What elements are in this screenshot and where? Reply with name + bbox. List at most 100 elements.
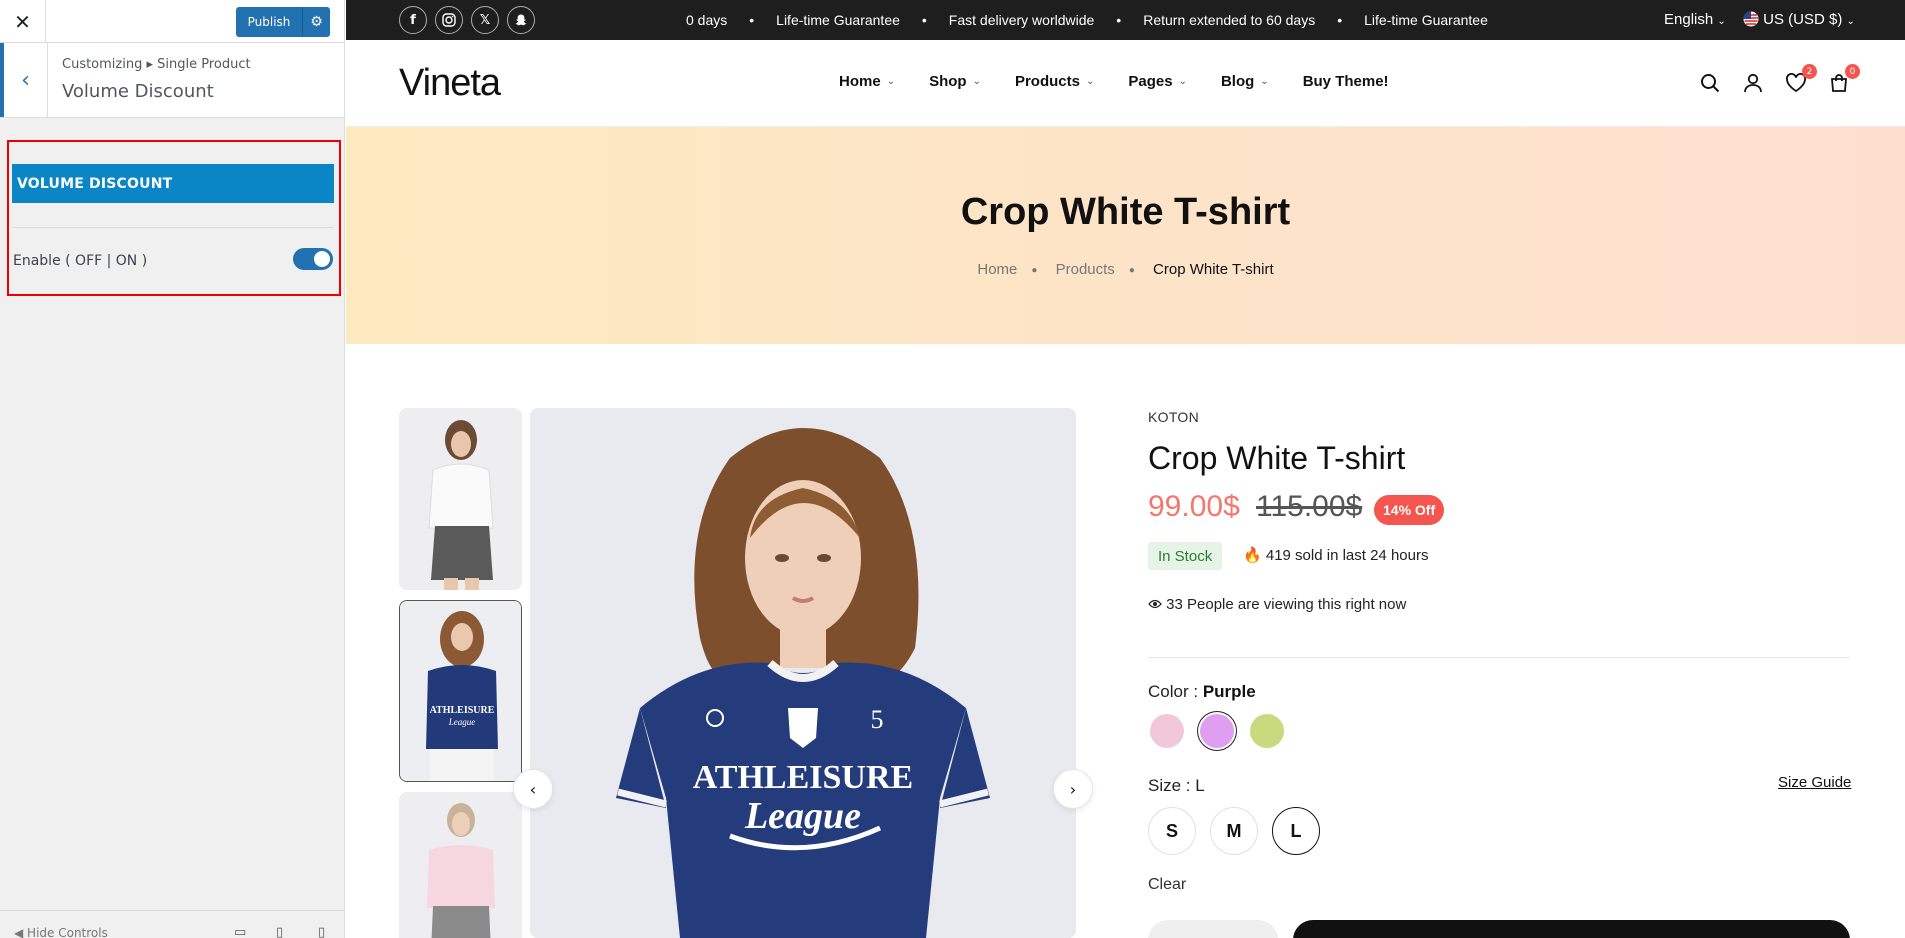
quantity-stepper[interactable] [1148,920,1278,938]
nav-item-pages[interactable]: Pages ⌄ [1128,73,1187,90]
volume-discount-panel: VOLUME DISCOUNT Enable ( OFF | ON ) [7,140,341,296]
publish-label[interactable]: Publish [236,15,302,29]
account-icon[interactable] [1740,70,1766,96]
language-label: English [1664,11,1714,28]
viewers-count: 33 People are viewing this right now [1148,596,1406,613]
snapchat-icon[interactable] [507,6,535,34]
chevron-down-icon: ⌄ [1846,16,1855,27]
site-logo[interactable]: Vineta [399,62,501,105]
nav-item-buy-theme[interactable]: Buy Theme! [1303,73,1389,90]
chevron-down-icon: ⌄ [1717,16,1726,27]
nav-item-home[interactable]: Home ⌄ [839,73,895,90]
product-thumbnail-image: ATHLEISURE League [400,601,521,781]
breadcrumb-current: Crop White T-shirt [1153,261,1274,278]
customizer-section-header: ‹ Customizing ▸ Single Product Volume Di… [0,43,344,118]
cart-count-badge: 0 [1845,64,1860,79]
volume-discount-heading: VOLUME DISCOUNT [12,164,334,203]
color-swatch-pink[interactable] [1150,714,1184,748]
hide-controls-label: Hide Controls [27,926,108,938]
breadcrumb-home[interactable]: Home [977,261,1017,278]
stock-badge: In Stock [1148,542,1223,570]
size-guide-link[interactable]: Size Guide [1778,774,1851,791]
customizer-title: Volume Discount [62,81,214,102]
nav-item-blog[interactable]: Blog ⌄ [1221,73,1269,90]
chevron-down-icon: ⌄ [1178,76,1187,87]
shirt-number: 5 [871,705,884,734]
chevron-down-icon: ⌄ [972,76,981,87]
size-label: Size : L [1148,776,1205,795]
customizer-sidebar: ✕ Publish ⚙ ‹ Customizing ▸ Single Produ… [0,0,345,938]
color-label: Color : Purple [1148,682,1256,702]
site-preview: f 𝕏 0 days • Life-time Guarantee • Fast de… [346,0,1905,938]
customizer-footer: ◀ Hide Controls ▭ ▯ ▯ [0,910,344,938]
fire-icon: 🔥 [1243,547,1262,564]
back-icon[interactable]: ‹ [0,43,48,117]
sold-text: 419 sold in last 24 hours [1265,547,1429,564]
ticker-item: Life-time Guarantee [776,12,900,28]
instagram-icon[interactable] [435,6,463,34]
desktop-preview-icon[interactable]: ▭ [234,925,246,938]
color-swatch-purple[interactable] [1200,714,1234,748]
chevron-down-icon: ⌄ [886,76,896,87]
breadcrumb: Home ● Products ● Crop White T-shirt [977,261,1274,278]
svg-text:ATHLEISURE: ATHLEISURE [430,705,495,716]
nav-label: Home [839,73,881,90]
tablet-preview-icon[interactable]: ▯ [276,925,283,938]
publish-button[interactable]: Publish ⚙ [236,7,330,37]
enable-toggle[interactable] [293,248,333,270]
announcement-bar: f 𝕏 0 days • Life-time Guarantee • Fast de… [346,0,1905,40]
chevron-down-icon: ⌄ [1260,76,1269,87]
wishlist-icon[interactable]: 2 [1783,64,1817,96]
size-option-l[interactable]: L [1272,807,1320,855]
viewers-text: 33 People are viewing this right now [1166,596,1407,613]
facebook-icon[interactable]: f [399,6,427,34]
customizer-breadcrumb: Customizing ▸ Single Product [62,57,251,72]
next-image-button[interactable]: › [1053,769,1093,809]
shirt-print-line1: ATHLEISURE [693,759,913,796]
site-header: Vineta Home ⌄ Shop ⌄ Products ⌄ Pages ⌄ Blog… [346,40,1905,127]
breadcrumb-products[interactable]: Products [1056,261,1115,278]
prev-image-button[interactable]: ‹ [513,769,553,809]
ticker-item: 0 days [686,12,728,28]
close-icon[interactable]: ✕ [0,0,46,43]
page-hero: Crop White T-shirt Home ● Products ● Crop … [346,127,1905,344]
ticker-item: Fast delivery worldwide [948,12,1095,28]
gear-icon[interactable]: ⚙ [302,7,330,37]
add-to-cart-button[interactable] [1293,920,1850,938]
product-title: Crop White T-shirt [1148,440,1406,476]
search-icon[interactable] [1697,70,1723,96]
nav-label: Shop [929,73,967,90]
product-brand[interactable]: KOTON [1148,409,1199,425]
size-option-s[interactable]: S [1148,807,1196,855]
language-selector[interactable]: English ⌄ [1664,11,1726,28]
ticker-item: Return extended to 60 days [1143,12,1316,28]
nav-label: Buy Theme! [1302,73,1389,90]
product-old-price: 115.00$ [1256,490,1363,523]
main-nav: Home ⌄ Shop ⌄ Products ⌄ Pages ⌄ Blog ⌄ Buy T… [839,73,1389,90]
currency-selector[interactable]: US (USD $) ⌄ [1743,11,1855,28]
nav-item-shop[interactable]: Shop ⌄ [929,73,981,90]
product-thumbnail[interactable] [399,408,522,590]
product-thumbnail-image [399,792,522,938]
wishlist-count-badge: 2 [1802,64,1817,79]
chevron-down-icon: ⌄ [1085,76,1095,87]
product-thumbnail-active[interactable]: ATHLEISURE League [399,600,522,782]
enable-label: Enable ( OFF | ON ) [13,253,148,269]
nav-label: Products [1014,73,1080,90]
shirt-print-line2: League [744,795,861,837]
product-main-image[interactable]: 5 ATHLEISURE League [530,408,1076,938]
nav-item-products[interactable]: Products ⌄ [1015,73,1094,90]
hide-controls-button[interactable]: ◀ Hide Controls [14,926,108,938]
product-thumbnail[interactable] [399,792,522,938]
currency-label: US (USD $) [1763,11,1843,28]
color-swatch-green[interactable] [1250,714,1284,748]
cart-icon[interactable]: 0 [1826,64,1860,96]
x-icon[interactable]: 𝕏 [471,6,499,34]
color-label-prefix: Color : [1148,682,1199,701]
mobile-preview-icon[interactable]: ▯ [318,925,325,938]
sold-count: 🔥 419 sold in last 24 hours [1243,546,1428,564]
toggle-knob [314,251,330,267]
clear-selection-link[interactable]: Clear [1148,876,1186,894]
size-option-m[interactable]: M [1210,807,1258,855]
ticker: 0 days • Life-time Guarantee • Fast delive… [686,12,1488,28]
